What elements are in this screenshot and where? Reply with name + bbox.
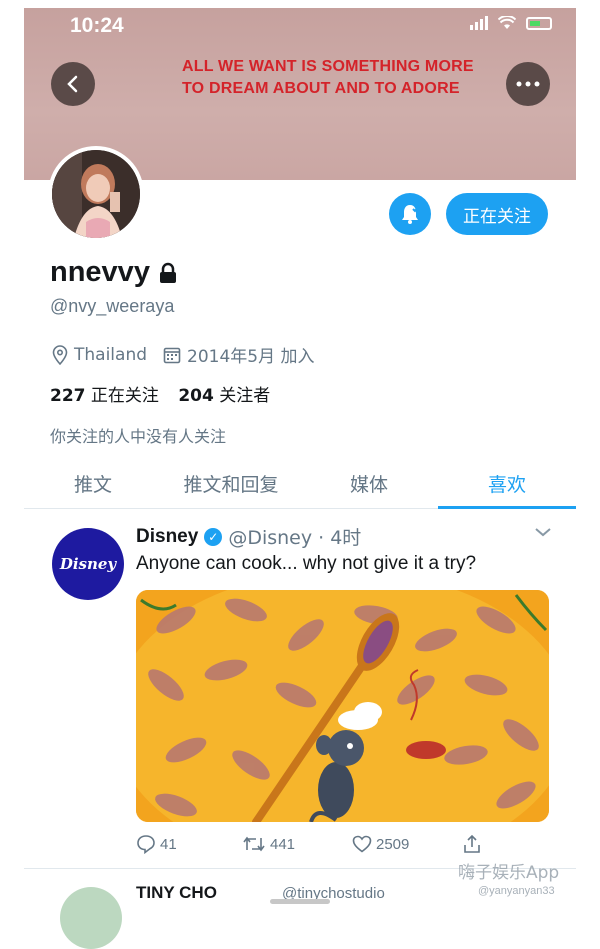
retweet-count: 441 <box>270 835 296 853</box>
following-count[interactable]: 227 <box>50 386 86 406</box>
chevron-left-icon <box>67 75 78 93</box>
tab-media[interactable]: 媒体 <box>300 458 438 508</box>
tab-tweets[interactable]: 推文 <box>24 458 162 508</box>
disney-logo-text: Disney <box>59 555 117 573</box>
banner-line-2: TO DREAM ABOUT AND TO ADORE <box>182 80 460 97</box>
share-action[interactable] <box>462 834 482 854</box>
status-icons <box>470 16 552 30</box>
tweet-text: Anyone can cook... why not give it a try… <box>136 553 477 574</box>
battery-icon <box>526 16 552 30</box>
tweet-header: Disney ✓ @Disney · 4时 <box>136 523 361 550</box>
tweet-author-name[interactable]: Disney <box>136 526 198 548</box>
heart-icon <box>352 835 372 853</box>
location-pin-icon <box>52 344 68 365</box>
next-tweet-avatar[interactable] <box>60 887 122 949</box>
next-tweet-author[interactable]: TINY CHO <box>136 883 217 903</box>
watermark-user: @yanyanyan33 <box>478 885 555 897</box>
tweet-author-avatar[interactable]: Disney <box>52 528 124 600</box>
tab-tweets-replies[interactable]: 推文和回复 <box>162 458 300 508</box>
more-icon <box>516 81 540 87</box>
ratatouille-illustration <box>136 590 549 822</box>
retweet-action[interactable]: 441 <box>242 835 352 853</box>
verified-badge-icon: ✓ <box>204 527 223 546</box>
mutual-followers-note: 你关注的人中没有人关注 <box>50 427 227 446</box>
tweet-image[interactable] <box>136 590 549 822</box>
home-indicator[interactable] <box>270 899 330 904</box>
profile-tabs: 推文 推文和回复 媒体 喜欢 <box>24 458 576 509</box>
profile-name: nnevvy <box>50 256 150 288</box>
lock-icon <box>159 262 176 283</box>
retweet-icon <box>243 836 265 852</box>
reply-count: 41 <box>160 835 177 853</box>
profile-meta: Thailand 2014年5月 加入 <box>52 342 315 367</box>
status-time: 10:24 <box>70 14 124 37</box>
banner-quote: ALL WE WANT IS SOMETHING MORE TO DREAM A… <box>182 56 502 100</box>
tab-likes[interactable]: 喜欢 <box>438 458 576 509</box>
following-button[interactable]: 正在关注 <box>446 193 548 235</box>
like-action[interactable]: 2509 <box>352 835 462 853</box>
like-count: 2509 <box>376 835 410 853</box>
share-icon <box>464 834 480 853</box>
bell-check-icon <box>402 205 420 224</box>
followers-label[interactable]: 关注者 <box>219 386 270 406</box>
signal-icon <box>470 16 488 30</box>
profile-avatar[interactable] <box>48 146 144 242</box>
profile-handle: @nvy_weeraya <box>50 296 175 316</box>
profile-joined: 2014年5月 加入 <box>187 347 315 367</box>
avatar-photo <box>52 150 140 238</box>
banner-line-1: ALL WE WANT IS SOMETHING MORE <box>182 58 474 75</box>
reply-icon <box>137 835 155 854</box>
followers-count[interactable]: 204 <box>178 386 214 406</box>
watermark-app: 嗨子娱乐App <box>458 863 560 883</box>
tweet-handle-time[interactable]: @Disney · 4时 <box>228 523 361 550</box>
chevron-down-icon[interactable] <box>534 526 552 538</box>
notifications-bell-button[interactable] <box>389 193 431 235</box>
more-options-button[interactable] <box>506 62 550 106</box>
wifi-icon <box>498 16 516 29</box>
reply-action[interactable]: 41 <box>136 834 242 854</box>
profile-name-row: nnevvy <box>50 256 178 289</box>
profile-location: Thailand <box>74 344 148 365</box>
follow-counts: 227 正在关注 204 关注者 <box>50 381 270 406</box>
tweet-actions: 41 441 2509 <box>136 834 548 854</box>
back-button[interactable] <box>51 62 95 106</box>
calendar-icon <box>163 347 181 363</box>
following-label[interactable]: 正在关注 <box>91 386 159 406</box>
